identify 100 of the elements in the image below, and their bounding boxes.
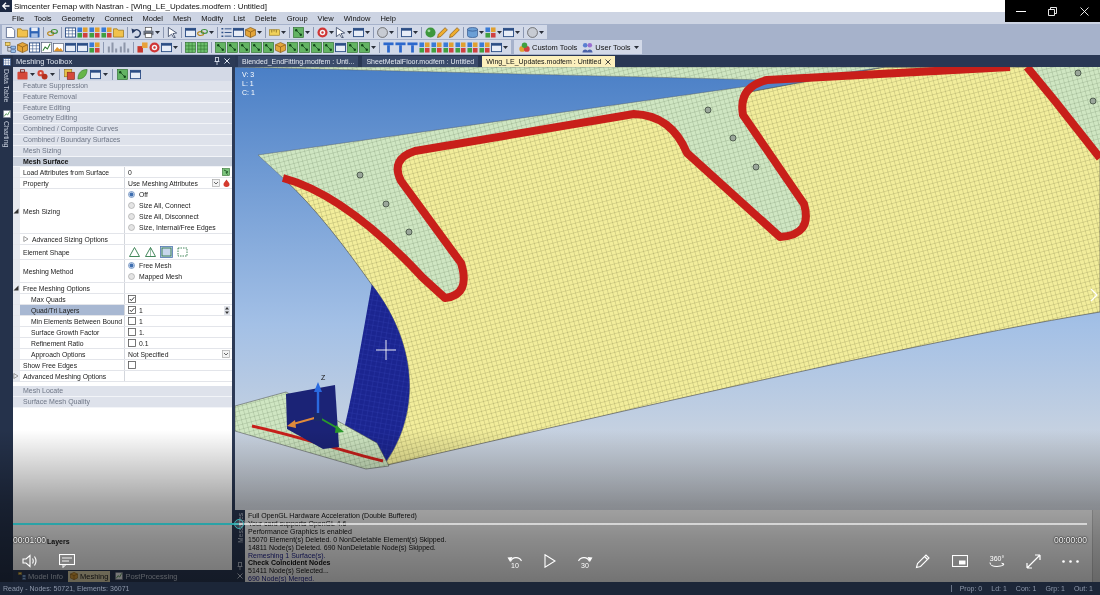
radio-button[interactable] bbox=[128, 202, 135, 210]
grid-icon[interactable] bbox=[101, 26, 112, 38]
dropdown-arrow-icon[interactable] bbox=[212, 179, 220, 188]
window-icon[interactable] bbox=[90, 68, 101, 80]
node-icon[interactable] bbox=[239, 41, 250, 53]
radio-button[interactable] bbox=[128, 273, 135, 281]
caret-icon[interactable] bbox=[515, 30, 520, 34]
window-icon[interactable] bbox=[130, 68, 141, 80]
node-icon[interactable] bbox=[293, 26, 304, 38]
grid-icon[interactable] bbox=[431, 41, 442, 53]
chain-link-icon[interactable] bbox=[47, 26, 58, 38]
node-icon[interactable] bbox=[263, 41, 274, 53]
caret-icon[interactable] bbox=[633, 45, 639, 49]
close-icon[interactable] bbox=[605, 58, 612, 65]
caret-icon[interactable] bbox=[365, 30, 370, 34]
minimize-icon[interactable] bbox=[1016, 10, 1027, 12]
dropdown-arrow-icon[interactable] bbox=[222, 350, 230, 359]
caret-icon[interactable] bbox=[257, 30, 262, 34]
caret-icon[interactable] bbox=[503, 45, 508, 49]
t-shape-icon[interactable] bbox=[407, 41, 418, 53]
caret-icon[interactable] bbox=[30, 72, 35, 76]
grid-icon[interactable] bbox=[419, 41, 430, 53]
radio-button[interactable] bbox=[128, 262, 135, 270]
node-icon[interactable] bbox=[311, 41, 322, 53]
caret-icon[interactable] bbox=[389, 30, 394, 34]
window-icon[interactable] bbox=[161, 41, 172, 53]
pointer-icon[interactable] bbox=[167, 26, 178, 38]
grid-icon[interactable] bbox=[443, 41, 454, 53]
checkbox[interactable] bbox=[128, 328, 136, 337]
radio-button[interactable] bbox=[128, 213, 135, 221]
play-icon[interactable] bbox=[544, 554, 556, 568]
caret-icon[interactable] bbox=[103, 72, 108, 76]
checkbox[interactable] bbox=[128, 317, 136, 326]
caret-icon[interactable] bbox=[497, 30, 502, 34]
caret-icon[interactable] bbox=[539, 30, 544, 34]
ball-icon[interactable] bbox=[425, 26, 436, 38]
window-icon[interactable] bbox=[491, 41, 502, 53]
chart-icon[interactable] bbox=[41, 41, 52, 53]
list-icon[interactable] bbox=[221, 26, 232, 38]
window-icon[interactable] bbox=[77, 41, 88, 53]
caret-icon[interactable] bbox=[209, 30, 214, 34]
mini-player-icon[interactable] bbox=[952, 555, 968, 567]
back-arrow-icon[interactable] bbox=[0, 0, 12, 12]
spinner-arrows-icon[interactable] bbox=[224, 305, 230, 315]
table-icon[interactable] bbox=[29, 41, 40, 53]
grid-icon[interactable] bbox=[467, 41, 478, 53]
printer-icon[interactable] bbox=[143, 26, 154, 38]
node-icon[interactable] bbox=[359, 41, 370, 53]
grid-icon[interactable] bbox=[89, 41, 100, 53]
grid-icon[interactable] bbox=[89, 26, 100, 38]
triangle-shape-icon[interactable] bbox=[128, 246, 141, 259]
window-icon[interactable] bbox=[233, 26, 244, 38]
window-icon[interactable] bbox=[335, 41, 346, 53]
mesh-icon[interactable] bbox=[197, 41, 208, 53]
node-icon[interactable] bbox=[299, 41, 310, 53]
window-icon[interactable] bbox=[503, 26, 514, 38]
scrollbar[interactable] bbox=[1092, 510, 1100, 582]
checkbox[interactable] bbox=[128, 306, 136, 315]
restore-icon[interactable] bbox=[1048, 6, 1058, 16]
square-shape-icon[interactable] bbox=[160, 246, 173, 259]
table-icon[interactable] bbox=[65, 26, 76, 38]
caret-icon[interactable] bbox=[371, 45, 376, 49]
t-shape-icon[interactable] bbox=[383, 41, 394, 53]
node-icon[interactable] bbox=[117, 68, 128, 80]
more-icon[interactable] bbox=[1062, 559, 1079, 563]
drop-icon[interactable] bbox=[223, 179, 230, 188]
window-icon[interactable] bbox=[185, 26, 196, 38]
colored-balls-icon[interactable] bbox=[519, 41, 530, 53]
page-icon[interactable] bbox=[5, 26, 16, 38]
checkbox[interactable] bbox=[128, 295, 136, 304]
checkbox[interactable] bbox=[128, 361, 136, 370]
radio-button[interactable] bbox=[128, 191, 135, 199]
speaker-icon[interactable] bbox=[22, 554, 38, 568]
gears-icon[interactable] bbox=[37, 68, 48, 80]
node-icon[interactable] bbox=[287, 41, 298, 53]
node-icon[interactable] bbox=[347, 41, 358, 53]
picture-icon[interactable] bbox=[53, 41, 64, 53]
arrow-square-icon[interactable] bbox=[222, 168, 230, 177]
caret-icon[interactable] bbox=[173, 45, 178, 49]
radio-button[interactable] bbox=[128, 224, 135, 232]
mesh-icon[interactable] bbox=[185, 41, 196, 53]
fullscreen-icon[interactable] bbox=[1026, 553, 1041, 569]
caret-icon[interactable] bbox=[155, 30, 160, 34]
node-icon[interactable] bbox=[323, 41, 334, 53]
captions-icon[interactable] bbox=[59, 554, 75, 568]
tree-icon[interactable] bbox=[5, 41, 16, 53]
grid-icon[interactable] bbox=[479, 41, 490, 53]
undo-arrow-icon[interactable] bbox=[131, 26, 142, 38]
briefcase-icon[interactable] bbox=[17, 68, 28, 80]
pin-icon[interactable] bbox=[214, 57, 220, 65]
caret-icon[interactable] bbox=[305, 30, 310, 34]
cube-icon[interactable] bbox=[275, 41, 286, 53]
caret-icon[interactable] bbox=[281, 30, 286, 34]
grid-icon[interactable] bbox=[77, 26, 88, 38]
window-icon[interactable] bbox=[353, 26, 364, 38]
people-icon[interactable] bbox=[582, 41, 594, 53]
node-icon[interactable] bbox=[227, 41, 238, 53]
caret-icon[interactable] bbox=[50, 72, 55, 76]
window-icon[interactable] bbox=[65, 41, 76, 53]
checkbox[interactable] bbox=[128, 339, 136, 348]
